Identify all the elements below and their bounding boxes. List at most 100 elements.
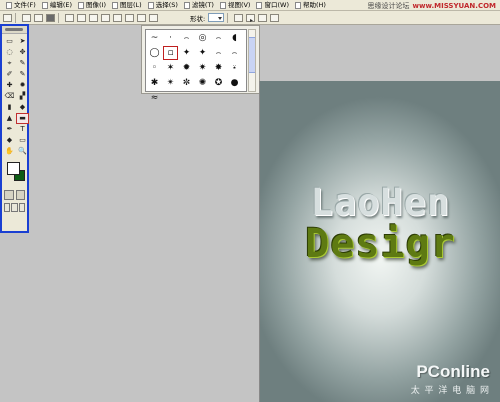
shape-cell[interactable]: ✦ [195,46,210,60]
menu-label: 滤镜(T) [191,0,214,9]
menu-label: 图像(I) [86,0,106,9]
menu-item-edit[interactable]: 编辑(E) [41,1,72,10]
rounded-rectangle-icon[interactable] [101,13,110,22]
fill-pixels-icon[interactable] [46,13,55,22]
pen-tool-icon[interactable] [65,13,74,22]
notes-tool-icon[interactable]: ◆ [4,136,15,145]
shape-cell[interactable]: ● [227,76,242,90]
lasso-tool-icon[interactable]: ◌ [4,48,15,57]
slice-tool-icon[interactable]: ✎ [17,59,28,68]
shape-cell[interactable]: ✱ [147,76,162,90]
menu-grip-icon [219,1,226,9]
menu-grip-icon [294,1,301,9]
shape-cell[interactable]: · [163,31,178,45]
eyedropper-tool-icon[interactable]: ▭ [17,136,28,145]
toolbox-title-bar[interactable] [2,26,27,34]
menu-item-view[interactable]: 视图(V) [219,1,250,10]
quick-mask-icon[interactable] [15,190,25,200]
shape-cell[interactable]: ▫ [163,46,178,60]
shape-cell[interactable]: ⍣ [227,61,242,75]
marquee-tool-icon[interactable]: ▭ [4,37,15,46]
standard-screen-icon[interactable] [4,203,11,212]
toolbox: ▭ ➤ ◌ ✥ ⌖ ✎ ✐ ✎ ✚ ✹ ⌫ ▞ ▮ ◆ ▲ ▬ ✒ T ◆ ▭ … [0,24,29,233]
shape-cell[interactable]: ◎ [195,31,210,45]
picker-scrollbar[interactable] [248,29,256,92]
zoom-tool-icon[interactable]: 🔍 [17,147,28,156]
polygon-tool-icon[interactable] [125,13,134,22]
intersect-mode-icon[interactable] [258,13,268,22]
custom-shape-tool-icon[interactable] [149,13,158,22]
shape-cell[interactable]: ◦ [147,61,162,75]
gradient-tool-icon[interactable]: ▞ [17,92,28,101]
shape-cell[interactable]: ⌢ [211,31,226,45]
shape-cell[interactable]: ◯ [147,46,162,60]
shape-cell[interactable]: ✶ [163,61,178,75]
dodge-tool-icon[interactable]: ◆ [17,103,28,112]
scroll-thumb[interactable] [249,37,255,73]
foreground-color-swatch[interactable] [7,162,20,175]
ellipse-tool-icon[interactable] [113,13,122,22]
combine-mode-icon[interactable] [234,13,244,22]
shape-cell[interactable]: ⌢ [211,46,226,60]
shape-cell[interactable]: ✴ [163,76,178,90]
clone-stamp-icon[interactable]: ✚ [4,81,15,90]
blur-tool-icon[interactable]: ▮ [4,103,15,112]
path-select-icon[interactable]: ▲ [4,114,15,123]
picker-menu-arrow-icon[interactable]: ▸ [250,17,253,24]
freeform-pen-icon[interactable] [77,13,86,22]
shape-cell[interactable]: ✪ [211,76,226,90]
exclude-mode-icon[interactable] [270,13,280,22]
shape-dropdown[interactable] [208,13,225,22]
shape-cell[interactable]: ⌢ [227,46,242,60]
rectangle-tool-icon[interactable] [89,13,98,22]
healing-brush-icon[interactable]: ✐ [4,70,15,79]
shape-cell[interactable]: ✹ [179,61,194,75]
custom-shape-picker: ▸ ~ · ⌢ ◎ ⌢ ◖ ◯ ▫ ✦ ✦ ⌢ ⌢ ◦ ✶ ✹ ✷ ✸ ⍣ ✱ ✴ ✼ ✺ ✪ ● ≈ [141,17,260,103]
line-tool-icon[interactable] [137,13,146,22]
shape-cell[interactable]: ✷ [195,61,210,75]
shape-label: 形状: [190,14,206,23]
type-tool-icon[interactable]: T [17,125,28,134]
menu-label: 选择(S) [155,0,178,9]
menu-item-file[interactable]: 文件(F) [6,1,36,10]
pen-tool-icon[interactable]: ✒ [4,125,15,134]
shape-cell[interactable]: ◖ [227,31,242,45]
standard-mode-icon[interactable] [4,190,14,200]
menu-item-layer[interactable]: 图层(L) [112,1,142,10]
menu-item-select[interactable]: 选择(S) [147,0,178,10]
shape-cell[interactable]: ≈ [147,91,162,105]
menu-label: 图层(L) [120,0,142,9]
shape-cell[interactable]: ✦ [179,46,194,60]
menu-grip-icon [147,1,154,9]
menu-item-help[interactable]: 帮助(H) [294,1,326,10]
history-brush-icon[interactable]: ✹ [17,81,28,90]
brush-tool-icon[interactable]: ✎ [17,70,28,79]
hand-tool-icon[interactable]: ✋ [4,147,15,156]
menu-grip-icon [41,1,48,9]
watermark-site-name: 思缘设计论坛 [367,1,410,10]
full-screen-menu-icon[interactable] [11,203,18,212]
divider [227,12,229,23]
menu-item-window[interactable]: 窗口(W) [256,1,289,10]
magic-wand-icon[interactable]: ✥ [17,48,28,57]
tool-preset-icon[interactable] [3,13,12,22]
eraser-tool-icon[interactable]: ⌫ [4,92,15,101]
shape-cell[interactable]: ⌢ [179,31,194,45]
shape-layers-icon[interactable] [22,13,31,22]
shape-cell[interactable]: ✼ [179,76,194,90]
menu-item-image[interactable]: 图像(I) [78,1,106,10]
custom-shape-tool-icon[interactable]: ▬ [16,113,29,124]
divider [58,12,59,23]
move-tool-icon[interactable]: ➤ [17,37,28,46]
shape-cell[interactable]: ~ [147,31,162,45]
crop-tool-icon[interactable]: ⌖ [4,59,15,68]
menu-item-filter[interactable]: 滤镜(T) [183,0,214,10]
canvas-text-line2: Desigr [305,221,456,267]
document-canvas[interactable]: LaoHen Desigr PConline 太 平 洋 电 脑 网 [259,81,500,402]
edit-mode-row [2,188,27,202]
menu-grip-icon [183,1,190,9]
paths-icon[interactable] [34,13,43,22]
shape-cell[interactable]: ✸ [211,61,226,75]
shape-cell[interactable]: ✺ [195,76,210,90]
full-screen-icon[interactable] [18,203,25,212]
